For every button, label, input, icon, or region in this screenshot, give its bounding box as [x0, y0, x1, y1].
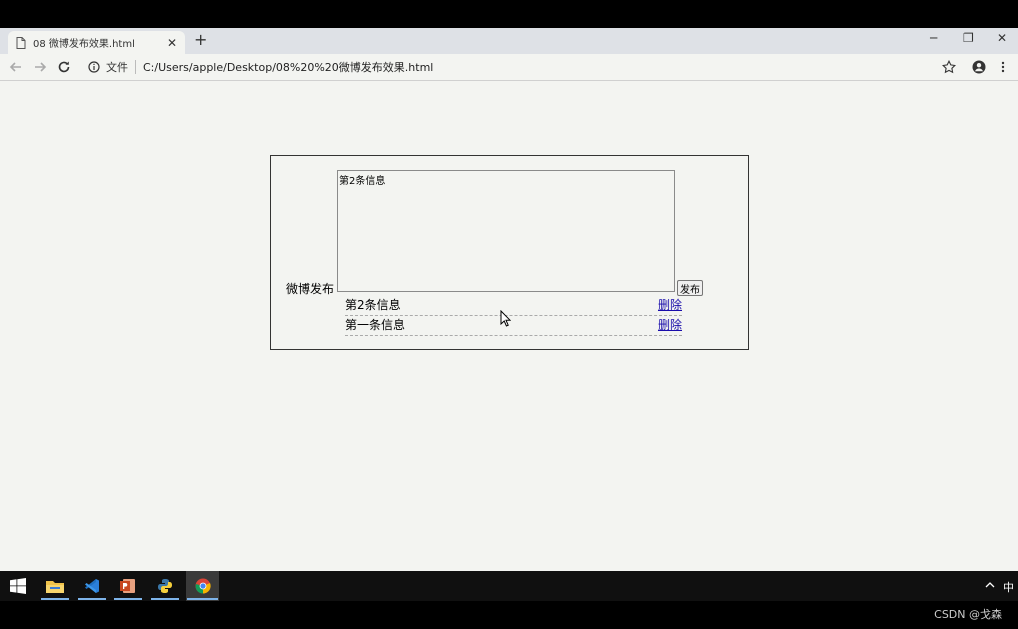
- mouse-pointer-icon: [500, 309, 512, 331]
- top-black-bar: [0, 0, 1018, 28]
- delete-link[interactable]: 删除: [658, 296, 682, 315]
- running-indicator: [41, 598, 69, 600]
- address-bar[interactable]: 文件: [80, 56, 962, 78]
- bookmark-star-icon[interactable]: [940, 58, 958, 76]
- browser-tab[interactable]: 08 微博发布效果.html ✕: [8, 31, 185, 54]
- tab-title: 08 微博发布效果.html: [33, 39, 135, 50]
- browser-toolbar: 文件: [0, 54, 1018, 81]
- weibo-label: 微博发布: [286, 282, 335, 296]
- tab-close-icon[interactable]: ✕: [167, 36, 177, 50]
- publish-button[interactable]: 发布: [677, 280, 703, 296]
- file-explorer-icon[interactable]: [40, 571, 70, 601]
- vscode-icon[interactable]: [77, 571, 107, 601]
- restore-icon[interactable]: ❐: [963, 31, 974, 45]
- running-indicator: [151, 598, 179, 600]
- back-arrow-icon[interactable]: [7, 58, 25, 76]
- post-text: 第2条信息: [345, 298, 401, 312]
- delete-link[interactable]: 删除: [658, 316, 682, 335]
- menu-kebab-icon[interactable]: [994, 58, 1012, 76]
- tray-chevron-up-icon[interactable]: [985, 579, 995, 592]
- close-window-icon[interactable]: ✕: [997, 31, 1007, 45]
- taskbar: 中: [0, 571, 1018, 601]
- profile-avatar-icon[interactable]: [970, 58, 988, 76]
- minimize-icon[interactable]: ─: [930, 31, 937, 45]
- powerpoint-icon[interactable]: [113, 571, 143, 601]
- ime-indicator[interactable]: 中: [1003, 579, 1014, 595]
- running-indicator: [187, 598, 218, 600]
- post-list: 第2条信息 删除 第一条信息 删除: [345, 296, 682, 336]
- list-item: 第一条信息 删除: [345, 316, 682, 336]
- python-icon[interactable]: [150, 571, 180, 601]
- reload-icon[interactable]: [55, 58, 73, 76]
- info-icon[interactable]: [88, 61, 100, 73]
- forward-arrow-icon[interactable]: [31, 58, 49, 76]
- bottom-black-bar: CSDN @戈森: [0, 601, 1018, 629]
- post-text: 第一条信息: [345, 318, 406, 332]
- url-input[interactable]: [143, 60, 962, 74]
- list-item: 第2条信息 删除: [345, 296, 682, 316]
- windows-start-icon[interactable]: [10, 578, 26, 594]
- running-indicator: [78, 598, 106, 600]
- post-textarea[interactable]: 第2条信息: [337, 170, 675, 292]
- chrome-icon[interactable]: [186, 571, 219, 601]
- new-tab-icon[interactable]: +: [194, 30, 207, 49]
- protocol-label: 文件: [106, 61, 128, 74]
- csdn-watermark: CSDN @戈森: [934, 608, 1002, 621]
- document-icon: [16, 36, 26, 49]
- running-indicator: [114, 598, 142, 600]
- tab-strip: 08 微博发布效果.html ✕: [0, 28, 1018, 54]
- address-separator: [135, 60, 136, 74]
